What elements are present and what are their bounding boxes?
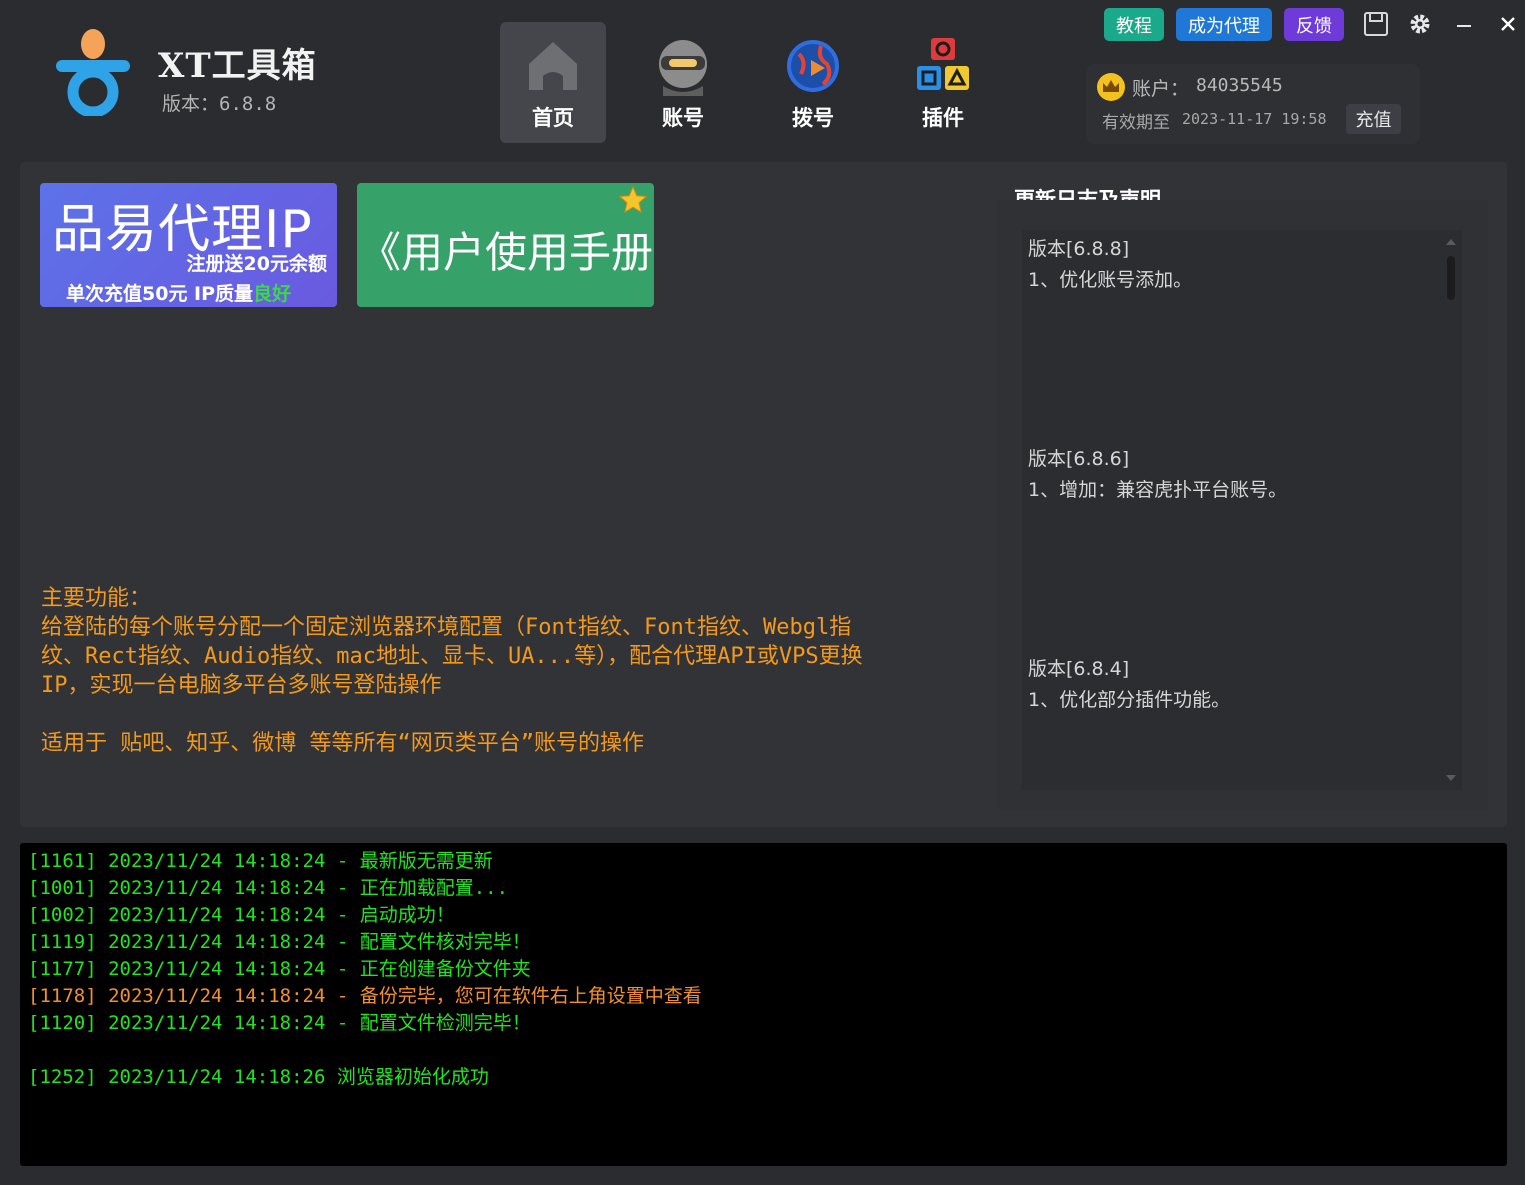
tab-plugins[interactable]: 插件 xyxy=(890,22,996,143)
changelog-version: 版本[6.8.6] xyxy=(1028,448,1130,470)
dial-globe-icon xyxy=(787,40,839,92)
app-logo-icon xyxy=(56,29,130,116)
minimize-button[interactable] xyxy=(1450,8,1478,40)
user-manual-title: 《用户使用手册》 xyxy=(359,228,654,277)
main-nav: 首页 账号 拨号 插件 xyxy=(500,22,996,143)
save-icon xyxy=(1364,12,1388,36)
proxy-banner-line1: 注册送20元余额 xyxy=(186,253,327,275)
account-info: 账户： 84035545 有效期至 2023-11-17 19:58 充值 xyxy=(1086,64,1420,144)
close-button[interactable] xyxy=(1494,8,1522,40)
minimize-icon xyxy=(1457,25,1471,27)
features-line: 给登陆的每个账号分配一个固定浏览器环境配置（Font指纹、Font指纹、Webg… xyxy=(41,615,852,640)
plugin-blocks-icon xyxy=(917,38,969,90)
star-icon xyxy=(618,185,648,214)
home-panel: 品易代理IP 注册送20元余额 单次充值50元 IP质量良好 《用户使用手册》 … xyxy=(20,162,1507,827)
proxy-ad-banner[interactable]: 品易代理IP 注册送20元余额 单次充值50元 IP质量良好 xyxy=(40,183,337,307)
proxy-banner-line2-text: 单次充值50元 IP质量 xyxy=(66,283,254,305)
crown-icon xyxy=(1097,73,1125,101)
tab-accounts[interactable]: 账号 xyxy=(630,22,736,143)
app-title: XT工具箱 xyxy=(158,46,317,86)
log-line-warning: [1178] 2023/11/24 14:18:24 - 备份完毕，您可在软件右… xyxy=(28,985,702,1007)
app-version: 版本：6.8.8 xyxy=(162,93,277,115)
changelog-note: 1、优化部分插件功能。 xyxy=(1028,689,1231,711)
account-label: 账户： xyxy=(1132,78,1190,100)
changelog-list[interactable]: 版本[6.8.8] 1、优化账号添加。 版本[6.8.6] 1、增加：兼容虎扑平… xyxy=(1022,230,1462,790)
proxy-banner-line2: 单次充值50元 IP质量良好 xyxy=(66,279,291,306)
tab-home[interactable]: 首页 xyxy=(500,22,606,143)
changelog-container: 版本[6.8.8] 1、优化账号添加。 版本[6.8.6] 1、增加：兼容虎扑平… xyxy=(998,200,1488,810)
log-line: [1252] 2023/11/24 14:18:26 浏览器初始化成功 xyxy=(28,1066,489,1088)
tab-dial-label: 拨号 xyxy=(792,106,834,130)
expire-date: 2023-11-17 19:58 xyxy=(1182,110,1327,128)
log-line-blank xyxy=(28,1037,1499,1064)
changelog-version: 版本[6.8.8] xyxy=(1028,238,1130,260)
tab-accounts-label: 账号 xyxy=(662,106,704,130)
features-line: 纹、Rect指纹、Audio指纹、mac地址、显卡、UA...等），配合代理AP… xyxy=(41,644,863,669)
ninja-avatar-icon xyxy=(659,40,707,96)
changelog-version: 版本[6.8.4] xyxy=(1028,658,1130,680)
window-controls xyxy=(1362,8,1522,40)
changelog-note: 1、优化账号添加。 xyxy=(1028,269,1193,291)
account-id: 84035545 xyxy=(1196,75,1283,96)
tab-home-label: 首页 xyxy=(532,106,574,130)
changelog-note: 1、增加：兼容虎扑平台账号。 xyxy=(1028,479,1288,501)
changelog-entry: 版本[6.8.8] 1、优化账号添加。 xyxy=(1028,234,1192,296)
changelog-scrollbar[interactable] xyxy=(1444,236,1458,784)
log-line: [1120] 2023/11/24 14:18:24 - 配置文件检测完毕！ xyxy=(28,1012,531,1034)
home-icon xyxy=(529,42,577,90)
applicable-platforms: 适用于 贴吧、知乎、微博 等等所有“网页类平台”账号的操作 xyxy=(41,731,644,756)
log-line: [1177] 2023/11/24 14:18:24 - 正在创建备份文件夹 xyxy=(28,958,531,980)
tab-dial[interactable]: 拨号 xyxy=(760,22,866,143)
tab-plugins-label: 插件 xyxy=(922,106,964,130)
tutorial-button[interactable]: 教程 xyxy=(1104,8,1164,41)
features-line: IP，实现一台电脑多平台多账号登陆操作 xyxy=(41,673,442,698)
gear-icon xyxy=(1410,14,1430,34)
log-line: [1161] 2023/11/24 14:18:24 - 最新版无需更新 xyxy=(28,850,493,872)
top-actions: 教程 成为代理 反馈 xyxy=(1104,8,1344,41)
features-heading: 主要功能： xyxy=(41,586,152,611)
expire-label: 有效期至 xyxy=(1102,113,1170,133)
close-icon xyxy=(1501,17,1515,31)
log-line: [1001] 2023/11/24 14:18:24 - 正在加载配置... xyxy=(28,877,509,899)
become-agent-button[interactable]: 成为代理 xyxy=(1176,8,1272,41)
features-description: 主要功能： 给登陆的每个账号分配一个固定浏览器环境配置（Font指纹、Font指… xyxy=(41,584,981,758)
log-line: [1119] 2023/11/24 14:18:24 - 配置文件核对完毕！ xyxy=(28,931,531,953)
save-button[interactable] xyxy=(1362,8,1390,40)
feedback-button[interactable]: 反馈 xyxy=(1284,8,1344,41)
recharge-button[interactable]: 充值 xyxy=(1346,104,1401,134)
changelog-entry: 版本[6.8.6] 1、增加：兼容虎扑平台账号。 xyxy=(1028,444,1287,506)
log-line: [1002] 2023/11/24 14:18:24 - 启动成功！ xyxy=(28,904,455,926)
proxy-banner-good: 良好 xyxy=(253,283,292,305)
settings-button[interactable] xyxy=(1406,8,1434,40)
log-console[interactable]: [1161] 2023/11/24 14:18:24 - 最新版无需更新 [10… xyxy=(20,843,1507,1166)
user-manual-banner[interactable]: 《用户使用手册》 xyxy=(357,183,654,307)
changelog-entry: 版本[6.8.4] 1、优化部分插件功能。 xyxy=(1028,654,1230,716)
